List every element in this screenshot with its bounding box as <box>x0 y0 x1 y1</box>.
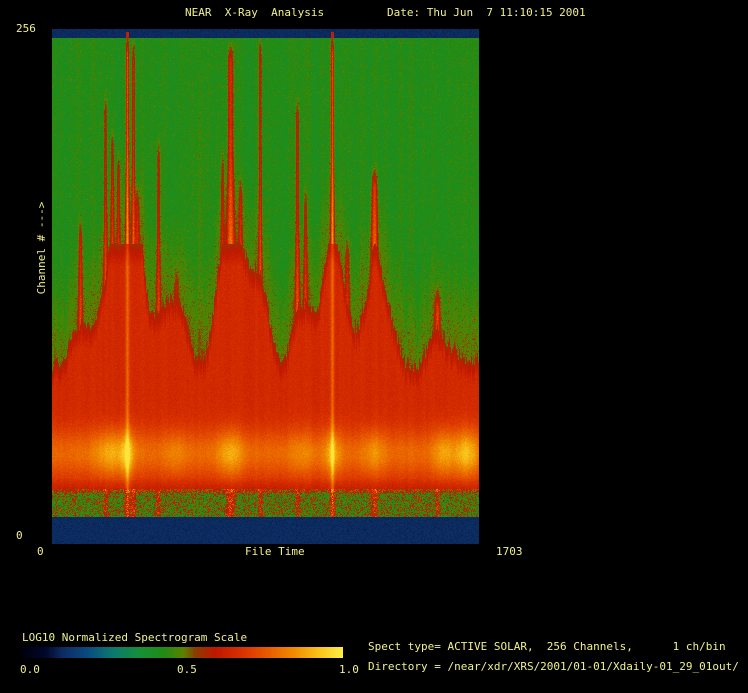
spectrogram-canvas <box>52 29 479 544</box>
colorbar-tick-mid: 0.5 <box>177 663 197 676</box>
colorbar-title: LOG10 Normalized Spectrogram Scale <box>22 631 248 644</box>
page-title: NEAR X-Ray Analysis <box>185 6 325 19</box>
x-axis-title: File Time <box>245 545 305 558</box>
x-axis-min-label: 0 <box>37 545 44 558</box>
directory-line: Directory = /near/xdr/XRS/2001/01-01/Xda… <box>368 660 739 673</box>
y-axis-title: Channel # ---> <box>35 201 48 295</box>
spect-type-line: Spect type= ACTIVE SOLAR, 256 Channels, … <box>368 640 726 653</box>
colorbar-gradient <box>22 647 343 658</box>
y-axis-max-label: 256 <box>16 22 36 35</box>
colorbar-tick-low: 0.0 <box>20 663 40 676</box>
y-axis-min-label: 0 <box>16 529 23 542</box>
colorbar-tick-high: 1.0 <box>339 663 359 676</box>
x-axis-max-label: 1703 <box>496 545 523 558</box>
date-label: Date: Thu Jun 7 11:10:15 2001 <box>387 6 586 19</box>
near-xray-analysis-window: NEAR X-Ray Analysis Date: Thu Jun 7 11:1… <box>0 0 748 693</box>
